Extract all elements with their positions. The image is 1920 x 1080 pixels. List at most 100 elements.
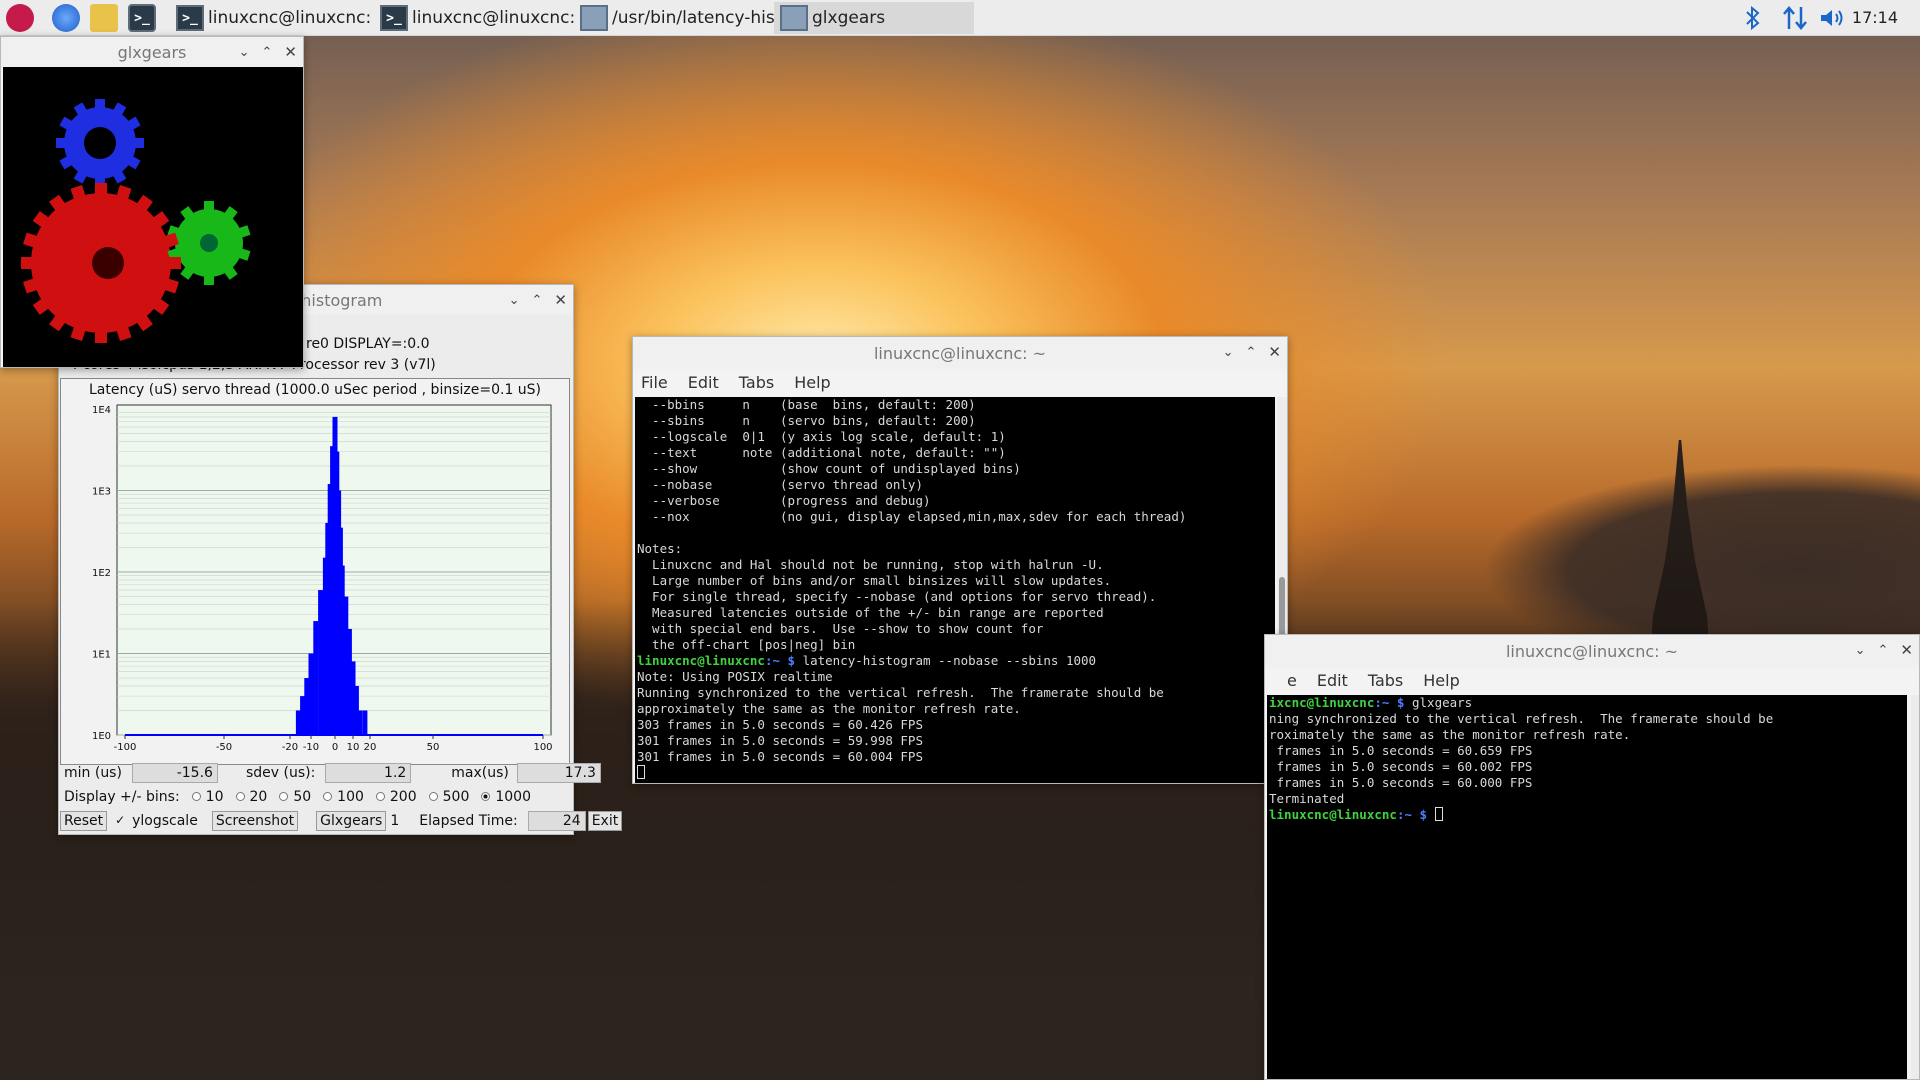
maximize-icon[interactable]: ⌃ bbox=[532, 293, 543, 308]
screenshot-button[interactable]: Screenshot bbox=[211, 811, 299, 831]
text-cursor bbox=[1434, 807, 1443, 821]
bins-label: Display +/- bins: bbox=[64, 789, 180, 805]
terminal-line: For single thread, specify --nobase (and… bbox=[637, 589, 1275, 605]
taskbar-task-latency-histogram[interactable]: /usr/bin/latency-histo... bbox=[574, 2, 774, 34]
bluetooth-icon[interactable] bbox=[1744, 0, 1762, 36]
window-icon bbox=[780, 5, 808, 31]
close-icon[interactable]: ✕ bbox=[1900, 641, 1913, 659]
terminal-line: --text note (additional note, default: "… bbox=[637, 445, 1275, 461]
x-tick-label: 100 bbox=[533, 742, 552, 753]
command: glxgears bbox=[1404, 695, 1473, 710]
terminal-line: frames in 5.0 seconds = 60.002 FPS bbox=[1269, 759, 1907, 775]
task-label: glxgears bbox=[812, 8, 886, 28]
x-tick-label: 20 bbox=[364, 742, 377, 753]
maximize-icon[interactable]: ⌃ bbox=[1878, 643, 1889, 658]
window-title: linuxcnc@linuxcnc: ~ bbox=[1505, 641, 1679, 661]
terminal-output[interactable]: --bbins n (base bins, default: 200) --sb… bbox=[635, 397, 1275, 783]
x-tick-label: 0 bbox=[332, 742, 338, 753]
histogram-bar bbox=[318, 590, 324, 735]
terminal-icon: >_ bbox=[176, 5, 204, 31]
terminal-text: Measured latencies outside of the +/- bi… bbox=[637, 605, 1104, 620]
menu-file[interactable]: e bbox=[1287, 671, 1297, 690]
reset-button[interactable]: Reset bbox=[60, 811, 108, 831]
exit-button[interactable]: Exit bbox=[587, 811, 623, 831]
bins-radio-200[interactable] bbox=[375, 792, 385, 801]
minimize-icon[interactable]: ⌄ bbox=[239, 45, 250, 60]
terminal-text: frames in 5.0 seconds = 60.000 FPS bbox=[1269, 775, 1533, 790]
taskbar-task-terminal-2[interactable]: >_ linuxcnc@linuxcnc: ~ bbox=[374, 2, 574, 34]
terminal-text: the off-chart [pos|neg] bin bbox=[637, 637, 856, 652]
terminal-icon: >_ bbox=[380, 5, 408, 31]
maximize-icon[interactable]: ⌃ bbox=[262, 45, 273, 60]
menu-tabs[interactable]: Tabs bbox=[1368, 671, 1403, 690]
menu-help[interactable]: Help bbox=[1423, 671, 1459, 690]
taskbar-task-glxgears[interactable]: glxgears bbox=[774, 2, 974, 34]
bins-radio-1000[interactable] bbox=[481, 792, 491, 801]
prompt-user: linuxcnc@linuxcnc bbox=[637, 653, 765, 668]
ylogscale-label: ylogscale bbox=[132, 813, 198, 829]
close-icon[interactable]: ✕ bbox=[284, 43, 297, 61]
y-tick-label: 1E1 bbox=[92, 650, 111, 661]
wallpaper-hill bbox=[1280, 340, 1920, 680]
bins-radio-10[interactable] bbox=[191, 792, 201, 801]
terminal-line: --sbins n (servo bins, default: 200) bbox=[637, 413, 1275, 429]
bins-radio-50[interactable] bbox=[279, 792, 289, 801]
menu-file[interactable]: File bbox=[641, 373, 668, 392]
terminal-text: roximately the same as the monitor refre… bbox=[1269, 727, 1631, 742]
wallpaper-stupa bbox=[1650, 440, 1710, 660]
bins-radio-500[interactable] bbox=[428, 792, 438, 801]
menu-tabs[interactable]: Tabs bbox=[739, 373, 774, 392]
glxgears-canvas bbox=[3, 67, 303, 367]
bins-radio-20[interactable] bbox=[235, 792, 245, 801]
file-manager-icon[interactable] bbox=[90, 4, 118, 32]
terminal-line: Running synchronized to the vertical ref… bbox=[637, 685, 1275, 701]
ylogscale-checkbox[interactable]: ✓ bbox=[115, 814, 127, 827]
terminal-line: Large number of bins and/or small binsiz… bbox=[637, 573, 1275, 589]
bins-radio-100[interactable] bbox=[323, 792, 333, 801]
terminal-text: Large number of bins and/or small binsiz… bbox=[637, 573, 1112, 588]
histogram-bar bbox=[357, 710, 363, 735]
terminal-launcher-icon[interactable]: >_ bbox=[128, 4, 156, 32]
menu-edit[interactable]: Edit bbox=[688, 373, 719, 392]
terminal-text: --nox (no gui, display elapsed,min,max,s… bbox=[637, 509, 1187, 524]
raspberry-menu-icon[interactable] bbox=[6, 4, 34, 32]
close-icon[interactable]: ✕ bbox=[554, 291, 567, 309]
histogram-chart: Latency (uS) servo thread (1000.0 uSec p… bbox=[60, 378, 570, 765]
taskbar: >_ >_ linuxcnc@linuxcnc: ~ >_ linuxcnc@l… bbox=[0, 0, 1920, 36]
window-title: linuxcnc@linuxcnc: ~ bbox=[873, 343, 1047, 363]
titlebar[interactable]: glxgears ⌄ ⌃ ✕ bbox=[1, 37, 303, 67]
menubar: e Edit Tabs Help bbox=[1265, 667, 1919, 693]
terminal-text: 303 frames in 5.0 seconds = 60.426 FPS bbox=[637, 717, 923, 732]
titlebar[interactable]: linuxcnc@linuxcnc: ~ ⌄ ⌃ ✕ bbox=[1265, 635, 1919, 667]
terminal-text: --logscale 0|1 (y axis log scale, defaul… bbox=[637, 429, 1006, 444]
network-icon[interactable] bbox=[1782, 0, 1808, 36]
close-icon[interactable]: ✕ bbox=[1268, 343, 1281, 361]
minimize-icon[interactable]: ⌄ bbox=[509, 293, 520, 308]
elapsed-value: 24 bbox=[527, 811, 586, 831]
terminal-text: --sbins n (servo bins, default: 200) bbox=[637, 413, 976, 428]
terminal-line: Linuxcnc and Hal should not be running, … bbox=[637, 557, 1275, 573]
minimize-icon[interactable]: ⌄ bbox=[1223, 345, 1234, 360]
web-browser-icon[interactable] bbox=[52, 4, 80, 32]
scrollbar[interactable] bbox=[1911, 695, 1919, 1079]
terminal-output[interactable]: ixcnc@linuxcnc:~ $ glxgears ning synchron… bbox=[1267, 695, 1907, 1079]
prompt-user: ixcnc@linuxcnc bbox=[1269, 695, 1375, 710]
menu-help[interactable]: Help bbox=[794, 373, 830, 392]
terminal-line: the off-chart [pos|neg] bin bbox=[637, 637, 1275, 653]
terminal-text: frames in 5.0 seconds = 60.002 FPS bbox=[1269, 759, 1533, 774]
terminal-text: --bbins n (base bins, default: 200) bbox=[637, 397, 976, 412]
sdev-value: 1.2 bbox=[325, 763, 412, 783]
maximize-icon[interactable]: ⌃ bbox=[1246, 345, 1257, 360]
max-label: max(us) bbox=[451, 765, 509, 781]
terminal-text: approximately the same as the monitor re… bbox=[637, 701, 1021, 716]
titlebar[interactable]: linuxcnc@linuxcnc: ~ ⌄ ⌃ ✕ bbox=[633, 337, 1287, 369]
volume-icon[interactable] bbox=[1818, 0, 1846, 36]
minimize-icon[interactable]: ⌄ bbox=[1855, 643, 1866, 658]
menu-edit[interactable]: Edit bbox=[1317, 671, 1348, 690]
terminal-line: Notes: bbox=[637, 541, 1275, 557]
terminal-text: Terminated bbox=[1269, 791, 1345, 806]
glxgears-button[interactable]: Glxgears bbox=[316, 811, 387, 831]
taskbar-task-terminal-1[interactable]: >_ linuxcnc@linuxcnc: ~ bbox=[170, 2, 375, 34]
histogram-bar bbox=[308, 653, 314, 735]
bins-radio-label: 10 bbox=[205, 789, 224, 805]
